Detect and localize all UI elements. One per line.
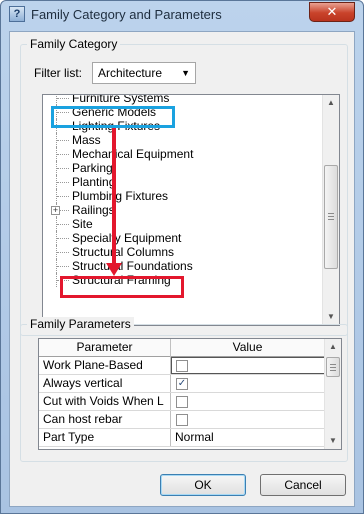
parameter-name: Part Type bbox=[39, 429, 171, 446]
parameter-value[interactable] bbox=[171, 357, 325, 374]
grid-scroll-down-icon[interactable]: ▼ bbox=[325, 433, 341, 449]
app-icon: ? bbox=[9, 6, 25, 22]
annotation-arrow-head-icon bbox=[106, 263, 122, 276]
table-row[interactable]: Always vertical ✓ bbox=[39, 375, 325, 393]
tree-item[interactable]: Plumbing Fixtures bbox=[43, 189, 325, 203]
tree-scrollbar[interactable]: ▲ ▼ bbox=[322, 95, 339, 325]
grid-body: Work Plane-Based Always vertical ✓ Cut with… bbox=[39, 357, 325, 447]
table-row[interactable]: Cut with Voids When L bbox=[39, 393, 325, 411]
tree-item-label: Site bbox=[72, 217, 93, 231]
column-header-value[interactable]: Value bbox=[171, 339, 325, 357]
tree-item[interactable]: Site bbox=[43, 217, 325, 231]
family-category-label: Family Category bbox=[27, 37, 121, 51]
parameter-value[interactable] bbox=[171, 411, 325, 428]
dialog-body: Family Category Filter list: Architectur… bbox=[9, 31, 355, 507]
filter-list-value: Architecture bbox=[98, 66, 163, 80]
expand-icon[interactable]: + bbox=[51, 206, 60, 215]
tree-item-label: Planting bbox=[72, 175, 116, 189]
parameters-grid[interactable]: Parameter Value Work Plane-Based Always v… bbox=[38, 338, 342, 450]
tree-item[interactable]: Mechanical Equipment bbox=[43, 147, 325, 161]
tree-item[interactable]: Furniture Systems bbox=[43, 94, 325, 105]
tree-item[interactable]: Structural Foundations bbox=[43, 259, 325, 273]
tree-item[interactable]: Parking bbox=[43, 161, 325, 175]
tree-item[interactable]: + Railings bbox=[43, 203, 325, 217]
tree-item-label: Mechanical Equipment bbox=[72, 147, 194, 161]
tree-item-label: Mass bbox=[72, 133, 101, 147]
parameter-checkbox[interactable] bbox=[176, 396, 188, 408]
table-row[interactable]: Can host rebar bbox=[39, 411, 325, 429]
parameter-value[interactable]: ✓ bbox=[171, 375, 325, 392]
tree-item-label: Structural Foundations bbox=[72, 259, 193, 273]
parameter-value[interactable]: Normal bbox=[171, 429, 325, 446]
tree-item-label: Parking bbox=[72, 161, 113, 175]
value-edit-box[interactable] bbox=[171, 357, 325, 374]
ok-button[interactable]: OK bbox=[160, 474, 246, 496]
grid-scroll-thumb[interactable] bbox=[326, 357, 340, 377]
dialog-window: ? Family Category and Parameters ✕ Famil… bbox=[0, 0, 364, 514]
parameter-checkbox[interactable] bbox=[176, 360, 188, 372]
column-header-parameter[interactable]: Parameter bbox=[39, 339, 171, 357]
dialog-title: Family Category and Parameters bbox=[31, 7, 222, 22]
tree-item-label: Plumbing Fixtures bbox=[72, 189, 169, 203]
tree-item-label: Railings bbox=[72, 203, 115, 217]
tree-item-label: Furniture Systems bbox=[72, 94, 170, 105]
table-row[interactable]: Work Plane-Based bbox=[39, 357, 325, 375]
parameter-name: Can host rebar bbox=[39, 411, 171, 428]
highlight-generic-models bbox=[51, 106, 175, 128]
parameter-name: Cut with Voids When L bbox=[39, 393, 171, 410]
tree-item[interactable]: Specialty Equipment bbox=[43, 231, 325, 245]
filter-list-label: Filter list: bbox=[34, 66, 82, 80]
tree-item[interactable]: Planting bbox=[43, 175, 325, 189]
annotation-arrow-shaft bbox=[112, 128, 116, 264]
grid-scroll-up-icon[interactable]: ▲ bbox=[325, 339, 341, 355]
tree-item-label: Structural Columns bbox=[72, 245, 175, 259]
grid-header: Parameter Value bbox=[39, 339, 325, 357]
check-icon: ✓ bbox=[177, 378, 187, 389]
scroll-down-icon[interactable]: ▼ bbox=[323, 309, 339, 325]
family-parameters-label: Family Parameters bbox=[27, 317, 134, 331]
cancel-button[interactable]: Cancel bbox=[260, 474, 346, 496]
scroll-thumb[interactable] bbox=[324, 165, 338, 269]
parameter-name: Always vertical bbox=[39, 375, 171, 392]
parameter-checkbox[interactable]: ✓ bbox=[176, 378, 188, 390]
filter-list-dropdown[interactable]: Architecture ▼ bbox=[92, 62, 196, 84]
grid-scrollbar[interactable]: ▲ ▼ bbox=[324, 339, 341, 449]
highlight-structural-framing bbox=[60, 276, 184, 298]
parameter-name: Work Plane-Based bbox=[39, 357, 171, 374]
scroll-up-icon[interactable]: ▲ bbox=[323, 95, 339, 111]
tree-item[interactable]: Mass bbox=[43, 133, 325, 147]
title-bar[interactable]: ? Family Category and Parameters ✕ bbox=[1, 1, 363, 29]
close-button[interactable]: ✕ bbox=[309, 2, 355, 22]
tree-item-label: Specialty Equipment bbox=[72, 231, 182, 245]
table-row[interactable]: Part Type Normal bbox=[39, 429, 325, 447]
dropdown-arrow-icon: ▼ bbox=[181, 68, 190, 78]
parameter-value[interactable] bbox=[171, 393, 325, 410]
tree-item[interactable]: Structural Columns bbox=[43, 245, 325, 259]
parameter-checkbox[interactable] bbox=[176, 414, 188, 426]
